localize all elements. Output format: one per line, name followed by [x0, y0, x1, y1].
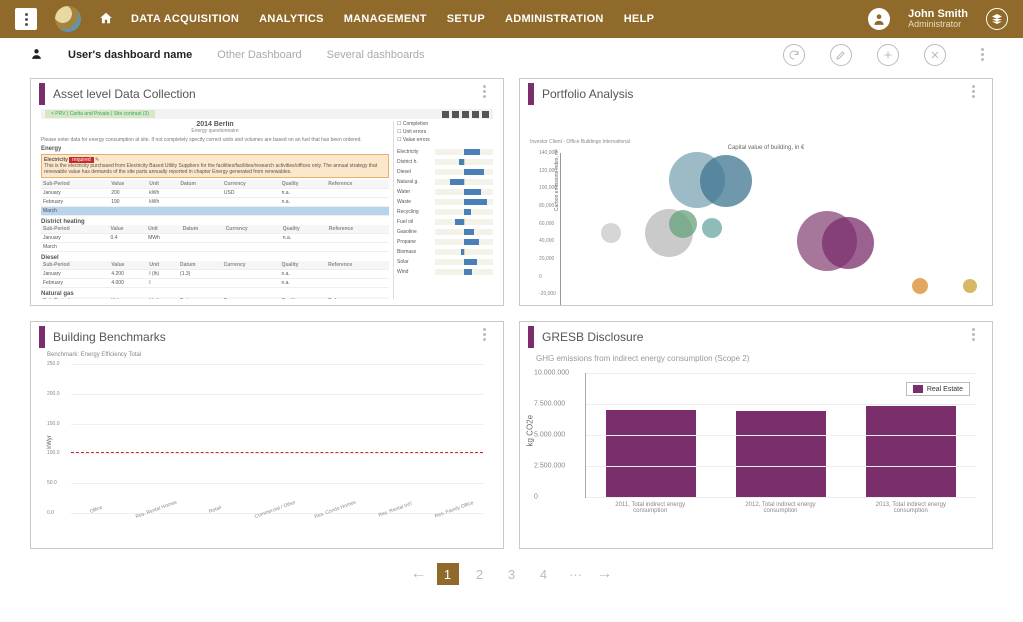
user-role: Administrator [908, 20, 968, 30]
breadcrumb[interactable]: < PRV | Carlta and Private | Site contra… [45, 110, 155, 118]
panel-menu-icon[interactable] [962, 328, 984, 341]
add-button[interactable] [877, 44, 899, 66]
gresb-chart: 02.500.0005.000.0007.500.00010.000.000 [585, 373, 976, 498]
mini-bar-row: Recycling [397, 207, 493, 217]
tab-user-dashboard[interactable]: User's dashboard name [68, 49, 192, 61]
bubble-point[interactable] [822, 217, 874, 269]
prev-page-arrow[interactable]: ← [411, 565, 427, 583]
person-icon [30, 47, 43, 63]
table-row[interactable]: February190kWhn.a. [41, 198, 389, 207]
page-4[interactable]: 4 [533, 563, 555, 585]
more-button[interactable] [971, 48, 993, 61]
next-page-arrow[interactable]: → [597, 565, 613, 583]
table-row[interactable]: March [41, 207, 389, 216]
panel-portfolio-analysis: Portfolio Analysis Investor Client - Off… [519, 78, 993, 306]
bubble-chart-title: Capital value of building, in € [530, 145, 993, 151]
category-label: 2011, Total indirect energy consumption [605, 502, 695, 514]
category-label: 2012, Total indirect energy consumption [735, 502, 825, 514]
menu-button[interactable] [15, 8, 37, 30]
asset-doc-title: 2014 Berlin [41, 121, 389, 128]
panel-title: Portfolio Analysis [542, 87, 633, 101]
table-row[interactable]: January200kWhUSDn.a. [41, 189, 389, 198]
gresb-bar[interactable] [736, 411, 826, 497]
table-row[interactable]: February4.000ln.a. [41, 279, 389, 288]
panel-menu-icon[interactable] [473, 328, 495, 341]
page-1[interactable]: 1 [437, 563, 459, 585]
mini-bar-row: Electricity [397, 147, 493, 157]
mini-bar-row: Water [397, 187, 493, 197]
app-logo [55, 6, 81, 32]
mini-bar-row: Wind [397, 267, 493, 277]
bubble-point[interactable] [601, 223, 621, 243]
mini-bar-row: Waste [397, 197, 493, 207]
tab-other-dashboard[interactable]: Other Dashboard [217, 49, 301, 61]
asset-body: < PRV | Carlta and Private | Site contra… [41, 109, 493, 299]
panel-title: Building Benchmarks [53, 330, 166, 344]
bubble-point[interactable] [702, 218, 722, 238]
mini-bar-row: Gasoline [397, 227, 493, 237]
panel-menu-icon[interactable] [962, 85, 984, 98]
panel-title: Asset level Data Collection [53, 87, 196, 101]
benchmark-chart: kWyr 0.050.0100.0150.0200.0250.0 [71, 364, 483, 514]
gresb-bar[interactable] [606, 410, 696, 497]
gresb-bar[interactable] [866, 406, 956, 497]
bubble-point[interactable] [669, 210, 697, 238]
dashboard-content: Asset level Data Collection < PRV | Carl… [0, 72, 1023, 622]
section-energy: Energy [41, 146, 389, 152]
table-row[interactable]: March [41, 243, 389, 252]
mini-bar-row: Biomass [397, 247, 493, 257]
tab-several-dashboards[interactable]: Several dashboards [327, 49, 425, 61]
mini-bar-row: District h. [397, 157, 493, 167]
layers-icon[interactable] [986, 8, 1008, 30]
panel-building-benchmarks: Building Benchmarks Benchmark: Energy Ef… [30, 321, 504, 549]
toolbar-icons [442, 111, 489, 118]
nav-setup[interactable]: SETUP [447, 13, 485, 25]
panel-gresb-disclosure: GRESB Disclosure GHG emissions from indi… [519, 321, 993, 549]
bubble-point[interactable] [700, 155, 752, 207]
panel-menu-icon[interactable] [473, 85, 495, 98]
asset-doc-subtitle: Energy questionnaire [41, 128, 389, 134]
nav-analytics[interactable]: ANALYTICS [259, 13, 324, 25]
nav-help[interactable]: HELP [624, 13, 655, 25]
category-label: 2013, Total indirect energy consumption [866, 502, 956, 514]
asset-intro: Please enter data for energy consumption… [41, 137, 389, 143]
mini-bar-row: Solar [397, 257, 493, 267]
mini-bar-row: Natural g. [397, 177, 493, 187]
home-icon[interactable] [99, 11, 113, 28]
panel-title: GRESB Disclosure [542, 330, 643, 344]
table-row[interactable]: January4.200l (lh)(1.3)n.a. [41, 270, 389, 279]
mini-bar-row: Fuel oil [397, 217, 493, 227]
edit-button[interactable] [830, 44, 852, 66]
warning-box: Electricity required ✎ This is the elect… [41, 154, 389, 178]
bubble-point[interactable] [912, 278, 928, 294]
user-avatar[interactable] [868, 8, 890, 30]
pagination: ← 1234 ··· → [30, 563, 993, 585]
mini-bar-row: Diesel [397, 167, 493, 177]
nav-data-acquisition[interactable]: DATA ACQUISITION [131, 13, 239, 25]
close-button[interactable] [924, 44, 946, 66]
page-···[interactable]: ··· [565, 563, 587, 585]
app-header: DATA ACQUISITION ANALYTICS MANAGEMENT SE… [0, 0, 1023, 38]
panel-asset-collection: Asset level Data Collection < PRV | Carl… [30, 78, 504, 306]
page-3[interactable]: 3 [501, 563, 523, 585]
bubble-point[interactable] [963, 279, 977, 293]
user-info[interactable]: John Smith Administrator [908, 8, 968, 30]
main-nav: DATA ACQUISITION ANALYTICS MANAGEMENT SE… [131, 13, 654, 25]
bubble-chart: Carbon emissions index, m² -40,000-20,00… [560, 153, 992, 306]
asset-table: Sub-PeriodValueUnitDatumCurrencyQualityR… [41, 180, 389, 216]
nav-management[interactable]: MANAGEMENT [344, 13, 427, 25]
table-row[interactable]: January0.4MWhn.a. [41, 234, 389, 243]
dashboard-tabs: User's dashboard name Other Dashboard Se… [0, 38, 1023, 72]
mini-bar-row: Propane [397, 237, 493, 247]
refresh-button[interactable] [783, 44, 805, 66]
page-2[interactable]: 2 [469, 563, 491, 585]
nav-administration[interactable]: ADMINISTRATION [505, 13, 604, 25]
